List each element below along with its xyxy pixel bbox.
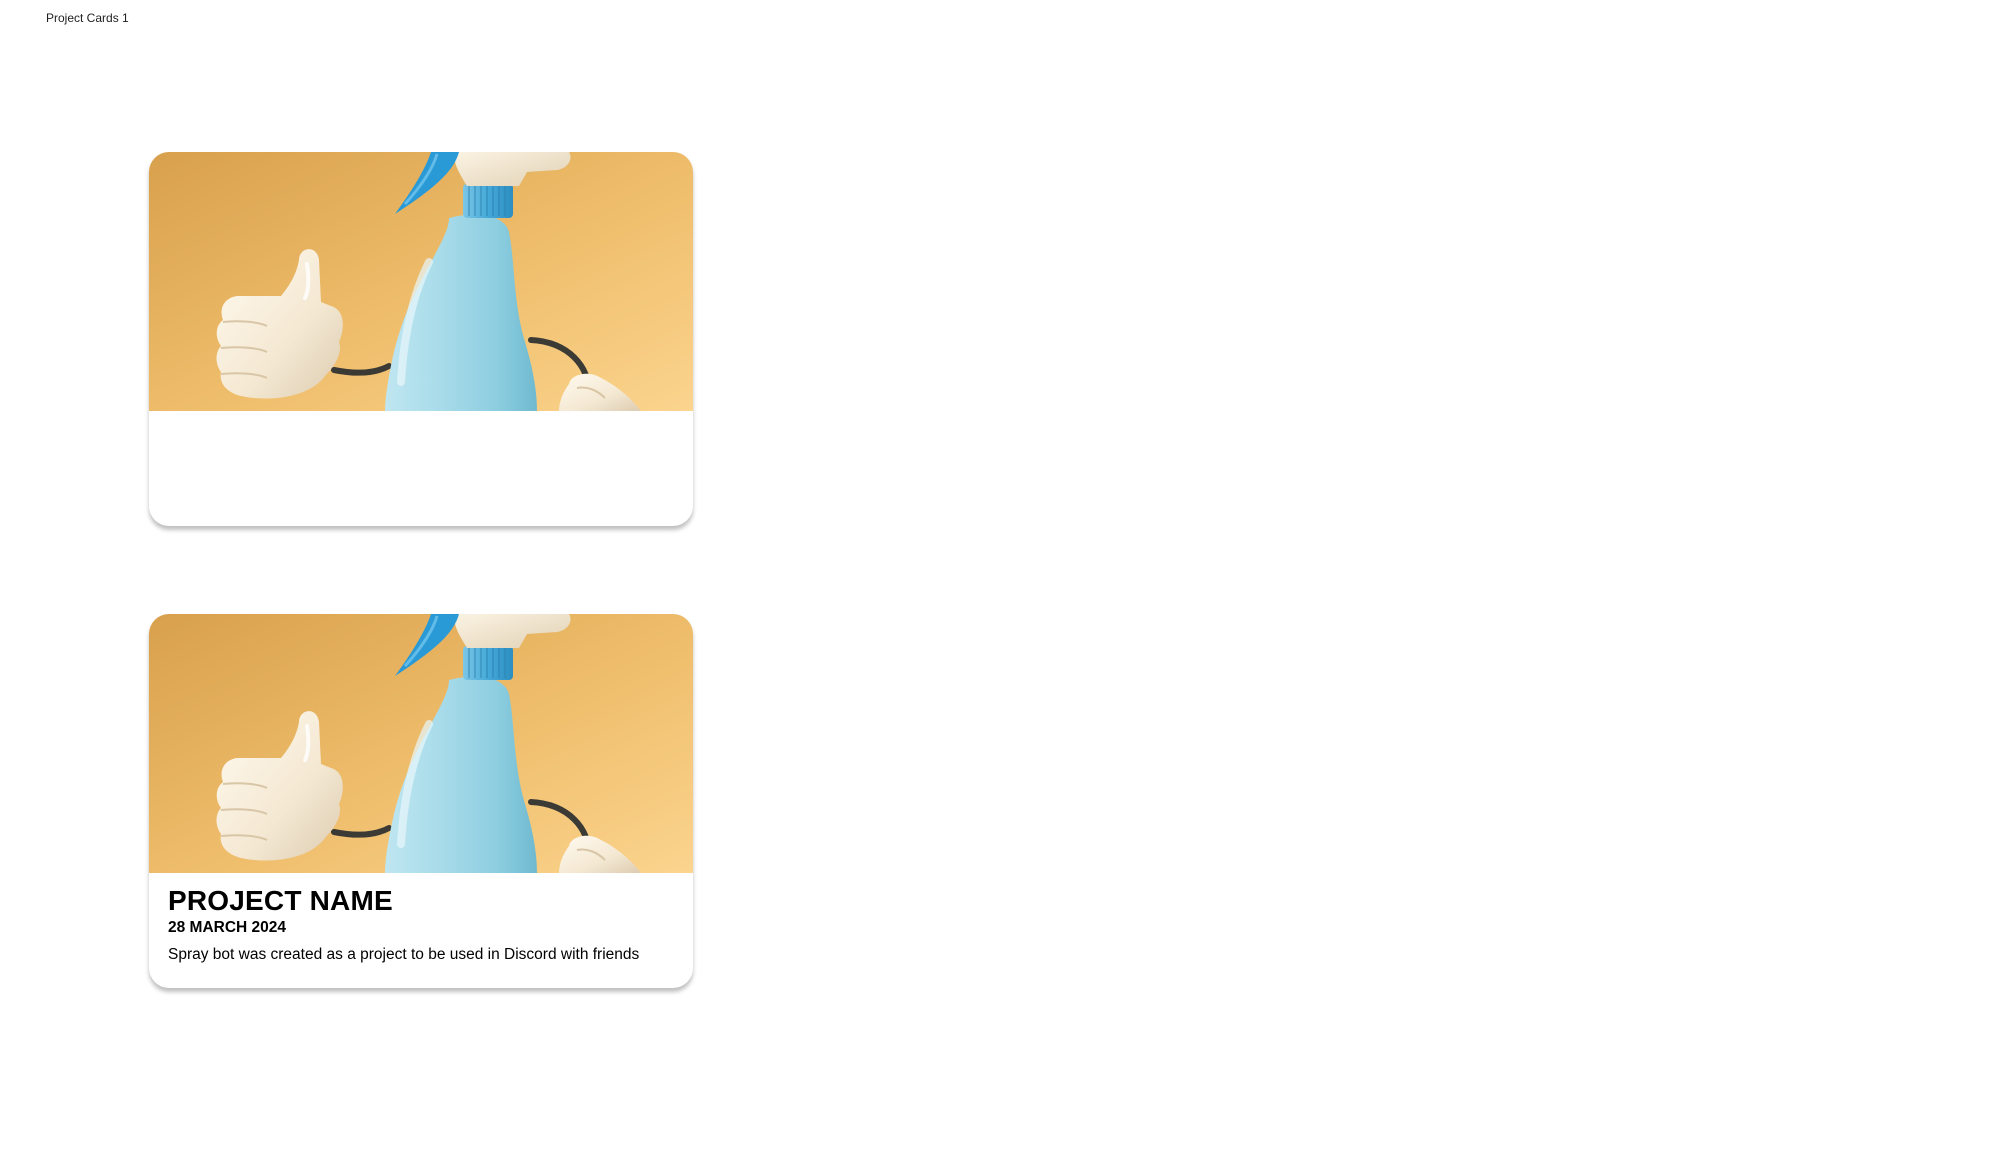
card-image — [149, 152, 693, 411]
project-card[interactable]: PROJECT NAME 28 MARCH 2024 Spray bot was… — [149, 614, 693, 988]
frame-label[interactable]: Project Cards 1 — [46, 11, 129, 25]
project-title: PROJECT NAME — [168, 885, 393, 916]
project-date: 28 MARCH 2024 — [168, 919, 287, 936]
project-card-empty[interactable] — [149, 152, 693, 526]
spray-bottle-thumbs-up-image — [149, 152, 693, 411]
spray-bottle-thumbs-up-image — [149, 614, 693, 873]
project-description: Spray bot was created as a project to be… — [168, 946, 640, 963]
card-body: PROJECT NAME 28 MARCH 2024 Spray bot was… — [149, 873, 693, 988]
design-canvas: Project Cards 1 PROJECT NAME 28 MARCH 20… — [0, 0, 2000, 1160]
card-image — [149, 614, 693, 873]
card-body — [149, 411, 693, 526]
